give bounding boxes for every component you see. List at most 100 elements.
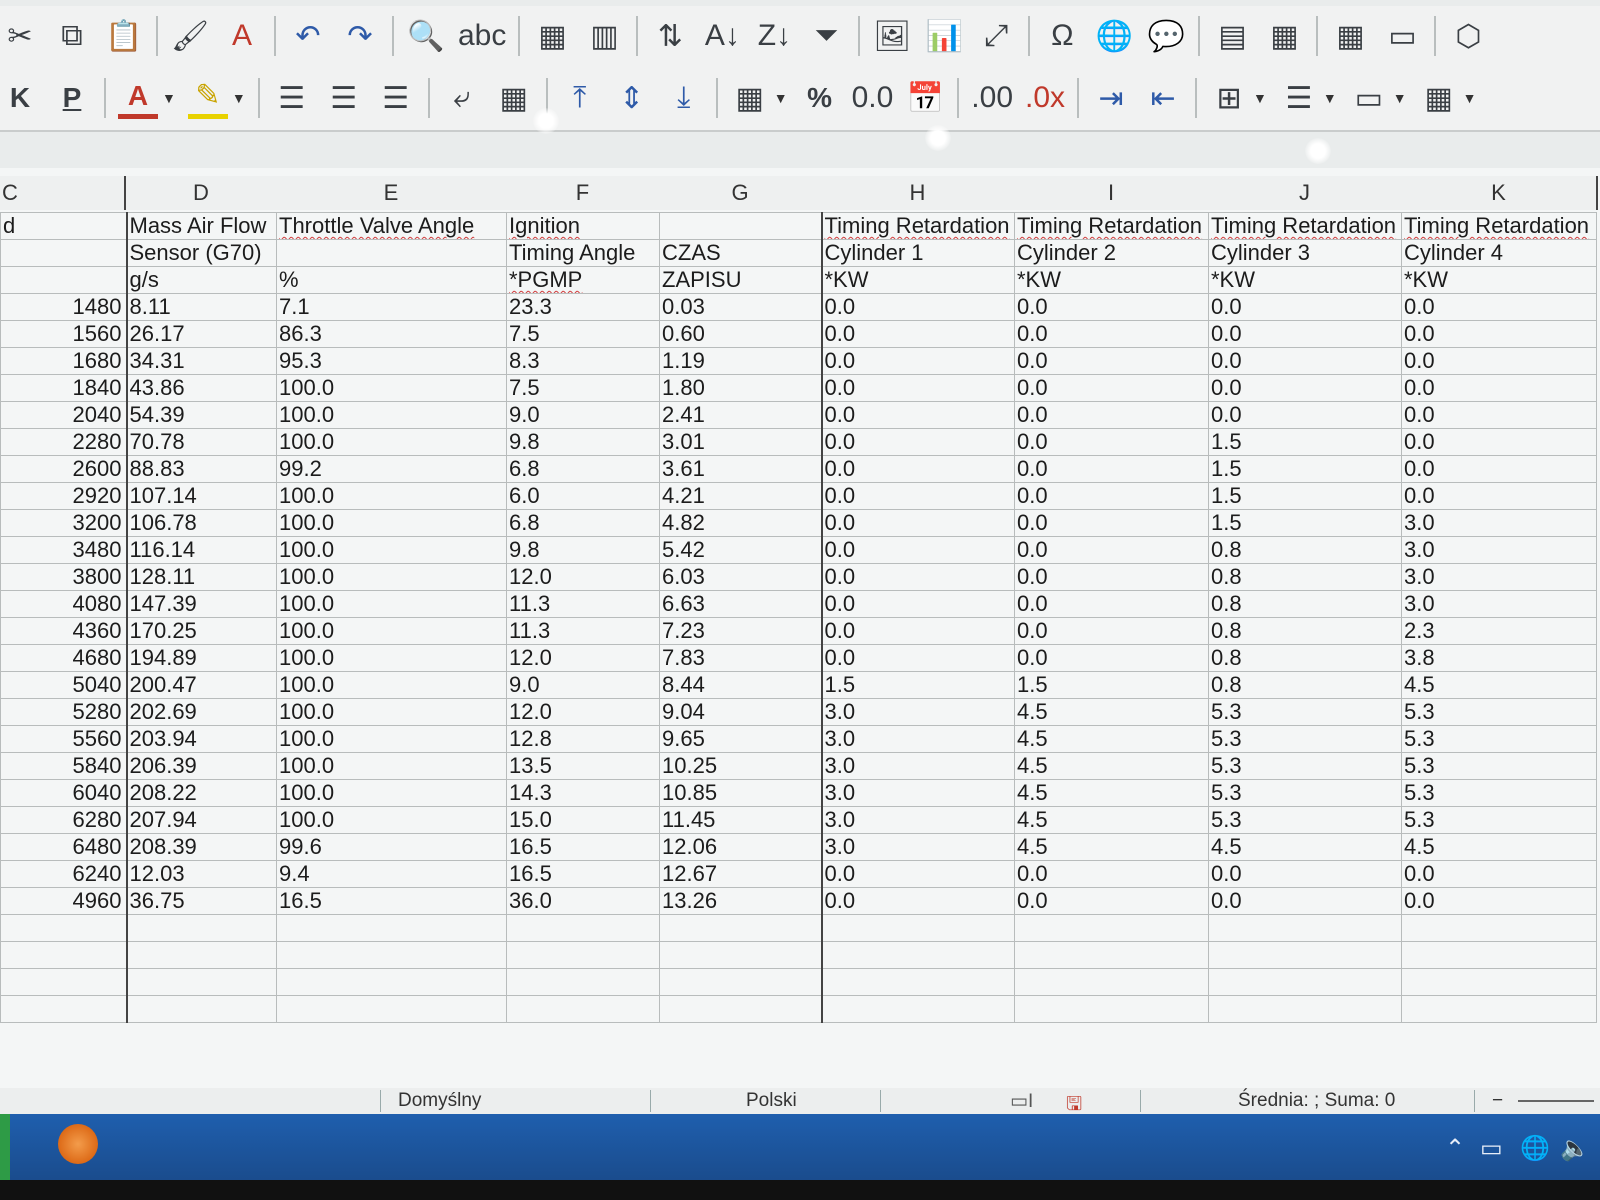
table-cell[interactable]: 1.5 — [1208, 428, 1402, 456]
app-taskbar-icon[interactable] — [58, 1124, 98, 1164]
table-cell[interactable]: 0.0 — [821, 401, 1015, 429]
header-cell[interactable]: Throttle Valve Angle — [276, 212, 507, 240]
empty-cell[interactable] — [1208, 941, 1402, 969]
table-cell[interactable]: 3.0 — [821, 833, 1015, 861]
header-cell[interactable]: Ignition — [506, 212, 660, 240]
column-icon[interactable]: ▥ — [584, 14, 624, 58]
table-cell[interactable]: 0.0 — [1014, 617, 1209, 645]
table-cell[interactable]: 0.0 — [821, 860, 1015, 888]
comment-icon[interactable]: 💬 — [1146, 14, 1186, 58]
table-cell[interactable]: 6480 — [0, 833, 128, 861]
date-format-icon[interactable]: 📅 — [905, 76, 945, 120]
header-cell[interactable]: Mass Air Flow — [126, 212, 277, 240]
table-cell[interactable]: 13.26 — [659, 887, 823, 915]
table-cell[interactable]: 7.83 — [659, 644, 823, 672]
table-cell[interactable]: 208.22 — [126, 779, 277, 807]
number-format-button[interactable]: 0.0 — [852, 76, 894, 120]
table-cell[interactable]: 3.0 — [1401, 590, 1597, 618]
header-cell[interactable]: d — [0, 212, 128, 240]
table-cell[interactable]: 95.3 — [276, 347, 507, 375]
table-cell[interactable]: 100.0 — [276, 590, 507, 618]
define-print-area-icon[interactable]: ▦ — [1264, 14, 1304, 58]
table-cell[interactable]: 0.0 — [1208, 293, 1402, 321]
table-cell[interactable]: 0.0 — [1401, 428, 1597, 456]
table-cell[interactable]: 43.86 — [126, 374, 277, 402]
empty-cell[interactable] — [276, 995, 507, 1023]
table-cell[interactable]: 36.0 — [506, 887, 660, 915]
header-cell[interactable]: Timing Retardation — [1208, 212, 1402, 240]
table-cell[interactable]: 9.65 — [659, 725, 823, 753]
pivot-table-icon[interactable]: ⤢ — [976, 14, 1016, 58]
table-cell[interactable]: 5.3 — [1208, 752, 1402, 780]
table-cell[interactable]: 4.5 — [1014, 779, 1209, 807]
table-cell[interactable]: 100.0 — [276, 752, 507, 780]
font-color-button[interactable]: A — [118, 78, 158, 119]
align-bottom-icon[interactable]: ⤓ — [664, 76, 704, 120]
table-cell[interactable]: 0.8 — [1208, 617, 1402, 645]
table-cell[interactable]: 0.0 — [821, 293, 1015, 321]
header-cell[interactable]: Cylinder 4 — [1401, 239, 1597, 267]
column-header-d[interactable]: D — [126, 176, 278, 210]
empty-cell[interactable] — [821, 995, 1015, 1023]
table-cell[interactable]: 0.0 — [1014, 860, 1209, 888]
insert-chart-icon[interactable]: 📊 — [924, 14, 964, 58]
table-cell[interactable]: 1.5 — [821, 671, 1015, 699]
table-cell[interactable]: 3.8 — [1401, 644, 1597, 672]
table-cell[interactable]: 11.45 — [659, 806, 823, 834]
table-cell[interactable]: 11.3 — [506, 590, 660, 618]
empty-cell[interactable] — [276, 968, 507, 996]
sort-descending-icon[interactable]: Z↓ — [754, 14, 794, 58]
table-cell[interactable]: 0.0 — [821, 482, 1015, 510]
table-cell[interactable]: 0.8 — [1208, 590, 1402, 618]
table-cell[interactable]: 6.63 — [659, 590, 823, 618]
table-cell[interactable]: 23.3 — [506, 293, 660, 321]
table-cell[interactable]: 100.0 — [276, 725, 507, 753]
row-icon[interactable]: ▦ — [532, 14, 572, 58]
table-cell[interactable]: 200.47 — [126, 671, 277, 699]
table-cell[interactable]: 0.0 — [1401, 455, 1597, 483]
table-cell[interactable]: 0.8 — [1208, 671, 1402, 699]
table-cell[interactable]: 0.0 — [1014, 536, 1209, 564]
chevron-down-icon[interactable]: ▼ — [232, 90, 246, 106]
cut-icon[interactable]: ✂ — [0, 14, 40, 58]
table-cell[interactable]: 16.5 — [506, 860, 660, 888]
insert-image-icon[interactable]: 🖼 — [872, 14, 912, 58]
chevron-down-icon[interactable]: ▼ — [1463, 90, 1477, 106]
header-cell[interactable]: *KW — [1014, 266, 1209, 294]
sort-icon[interactable]: ⇅ — [650, 14, 690, 58]
chevron-down-icon[interactable]: ▼ — [1253, 90, 1267, 106]
increase-indent-icon[interactable]: ⇥ — [1091, 76, 1131, 120]
empty-cell[interactable] — [821, 914, 1015, 942]
table-cell[interactable]: 170.25 — [126, 617, 277, 645]
table-cell[interactable]: 4.21 — [659, 482, 823, 510]
table-cell[interactable]: 88.83 — [126, 455, 277, 483]
special-character-icon[interactable]: Ω — [1042, 14, 1082, 58]
header-cell[interactable]: Timing Angle — [506, 239, 660, 267]
table-cell[interactable]: 0.8 — [1208, 644, 1402, 672]
table-cell[interactable]: 3.0 — [821, 806, 1015, 834]
table-cell[interactable]: 1.80 — [659, 374, 823, 402]
table-cell[interactable]: 7.5 — [506, 320, 660, 348]
empty-cell[interactable] — [506, 995, 660, 1023]
wrap-text-icon[interactable]: ⤶ — [442, 76, 482, 120]
table-cell[interactable]: 206.39 — [126, 752, 277, 780]
table-cell[interactable]: 4.5 — [1014, 806, 1209, 834]
table-cell[interactable]: 0.8 — [1208, 536, 1402, 564]
table-cell[interactable]: 15.0 — [506, 806, 660, 834]
table-cell[interactable]: 99.6 — [276, 833, 507, 861]
table-cell[interactable]: 54.39 — [126, 401, 277, 429]
table-cell[interactable]: 5.3 — [1401, 752, 1597, 780]
table-cell[interactable]: 208.39 — [126, 833, 277, 861]
start-area[interactable] — [0, 1114, 10, 1180]
table-cell[interactable]: 100.0 — [276, 644, 507, 672]
table-cell[interactable]: 0.0 — [1014, 644, 1209, 672]
empty-cell[interactable] — [276, 941, 507, 969]
table-cell[interactable]: 3.0 — [821, 698, 1015, 726]
table-cell[interactable]: 1.5 — [1208, 455, 1402, 483]
header-cell[interactable]: % — [276, 266, 507, 294]
empty-cell[interactable] — [506, 968, 660, 996]
table-cell[interactable]: 0.0 — [1014, 563, 1209, 591]
empty-cell[interactable] — [1208, 968, 1402, 996]
table-cell[interactable]: 0.0 — [1208, 401, 1402, 429]
paste-icon[interactable]: 📋 — [104, 14, 144, 58]
